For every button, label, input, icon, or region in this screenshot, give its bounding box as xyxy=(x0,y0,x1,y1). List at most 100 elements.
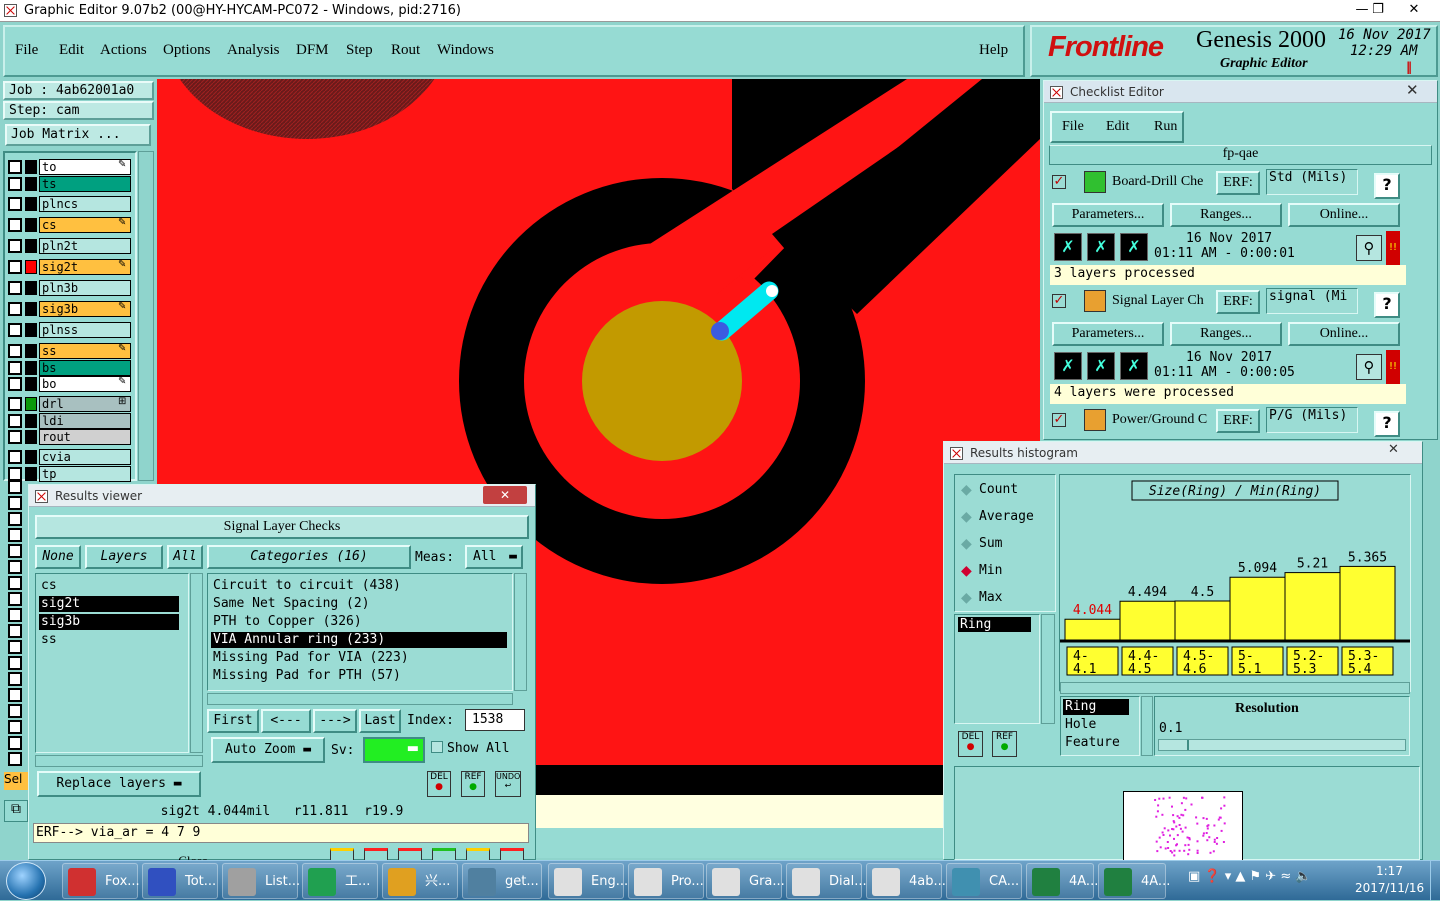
histogram-bar[interactable] xyxy=(1119,600,1176,642)
check-name[interactable]: Power/Ground C xyxy=(1112,412,1215,428)
taskbar-item[interactable]: get... xyxy=(462,863,542,899)
strip-checkbox[interactable] xyxy=(8,560,22,574)
next-button[interactable]: ---> xyxy=(313,709,357,733)
taskbar-item[interactable]: Gra... xyxy=(706,863,785,899)
layer-checkbox[interactable] xyxy=(8,344,22,358)
histogram-bar[interactable] xyxy=(1339,565,1396,642)
categories-scrollbar[interactable] xyxy=(514,573,527,691)
taskbar-item[interactable]: 兴... xyxy=(382,863,458,899)
layer-row-pln2t[interactable]: pln2t xyxy=(8,238,131,255)
taskbar-item[interactable]: CA... xyxy=(946,863,1022,899)
category-item[interactable]: Missing Pad for VIA (223) xyxy=(211,650,507,666)
category-item[interactable]: Same Net Spacing (2) xyxy=(211,596,507,612)
check-name[interactable]: Signal Layer Ch xyxy=(1112,293,1215,309)
result-layer-item[interactable]: ss xyxy=(39,632,179,648)
menu-dfm[interactable]: DFM xyxy=(296,42,329,59)
histogram-option-max[interactable]: ◆ Max xyxy=(959,589,1053,609)
strip-checkbox[interactable] xyxy=(8,752,22,766)
histogram-mode-item[interactable]: Hole xyxy=(1063,717,1129,733)
histogram-mode-item[interactable]: Ring xyxy=(1063,699,1129,715)
strip-checkbox[interactable] xyxy=(8,688,22,702)
maximize-button[interactable]: ❐ xyxy=(1362,0,1394,20)
online-button[interactable]: Online... xyxy=(1288,322,1400,346)
layer-checkbox[interactable] xyxy=(8,414,22,428)
layer-row-drl[interactable]: drl ⊞ xyxy=(8,396,131,413)
results-viewer-close-button[interactable]: ✕ xyxy=(483,486,527,504)
checklist-menu-edit[interactable]: Edit xyxy=(1106,119,1129,135)
layer-row-bs[interactable]: bs xyxy=(8,360,131,377)
strip-checkbox[interactable] xyxy=(8,672,22,686)
checklist-menu-run[interactable]: Run xyxy=(1154,119,1177,135)
results-ref-button[interactable]: REF ● xyxy=(461,771,485,797)
strip-checkbox[interactable] xyxy=(8,736,22,750)
taskbar-item[interactable]: 4A... xyxy=(1098,863,1170,899)
histogram-option-count[interactable]: ◆ Count xyxy=(959,481,1053,501)
result-layer-item[interactable]: sig3b xyxy=(39,614,179,630)
menu-rout[interactable]: Rout xyxy=(391,42,420,59)
ranges-button[interactable]: Ranges... xyxy=(1170,322,1282,346)
strip-checkbox[interactable] xyxy=(8,640,22,654)
check-help-button[interactable]: ? xyxy=(1374,173,1400,199)
check-enable-checkbox[interactable]: ✓ xyxy=(1052,294,1066,308)
layer-checkbox[interactable] xyxy=(8,218,22,232)
layer-checkbox[interactable] xyxy=(8,260,22,274)
run-action-icon[interactable]: ✗ xyxy=(1120,352,1148,380)
parameters-button[interactable]: Parameters... xyxy=(1052,203,1164,227)
ranges-button[interactable]: Ranges... xyxy=(1170,203,1282,227)
index-input[interactable]: 1538 xyxy=(465,709,525,731)
layer-row-pln3b[interactable]: pln3b xyxy=(8,280,131,297)
menu-analysis[interactable]: Analysis xyxy=(227,42,280,59)
layer-row-sig3b[interactable]: sig3b ✎ xyxy=(8,301,131,318)
layer-checkbox[interactable] xyxy=(8,281,22,295)
taskbar-item[interactable]: Eng... xyxy=(548,863,628,899)
strip-checkbox[interactable] xyxy=(8,480,22,494)
taskbar-item[interactable]: 4ab... xyxy=(866,863,946,899)
taskbar-item[interactable]: List... xyxy=(222,863,300,899)
histogram-mode-item[interactable]: Feature xyxy=(1063,735,1129,751)
replace-layers-dropdown[interactable]: Replace layers ▬ xyxy=(37,771,201,797)
taskbar-item[interactable]: Dial... xyxy=(786,863,867,899)
start-button[interactable] xyxy=(6,862,46,900)
check-enable-checkbox[interactable]: ✓ xyxy=(1052,413,1066,427)
layer-results-hscroll[interactable] xyxy=(35,755,203,767)
strip-checkbox[interactable] xyxy=(8,592,22,606)
layer-checkbox[interactable] xyxy=(8,450,22,464)
erf-button[interactable]: ERF: xyxy=(1216,171,1260,195)
auto-zoom-dropdown[interactable]: Auto Zoom ▬ xyxy=(211,737,325,763)
category-item[interactable]: VIA Annular ring (233) xyxy=(211,632,507,648)
categories-hscroll[interactable] xyxy=(207,693,513,705)
meas-dropdown[interactable]: All ▬ xyxy=(465,545,523,569)
job-matrix-button[interactable]: Job Matrix ... xyxy=(5,124,151,146)
histogram-mode-scrollbar[interactable] xyxy=(1141,696,1153,756)
check-enable-checkbox[interactable]: ✓ xyxy=(1052,175,1066,189)
check-help-button[interactable]: ? xyxy=(1374,292,1400,318)
zoom-results-icon[interactable]: ⚲ xyxy=(1356,235,1382,261)
erf-button[interactable]: ERF: xyxy=(1216,409,1260,433)
clock-time[interactable]: 1:17 xyxy=(1376,864,1403,878)
toolbar-icon[interactable] xyxy=(398,848,422,860)
histogram-option-average[interactable]: ◆ Average xyxy=(959,508,1053,528)
resolution-slider[interactable] xyxy=(1158,739,1406,751)
prev-button[interactable]: <--- xyxy=(261,709,311,733)
histogram-bar[interactable] xyxy=(1284,572,1341,642)
layer-checkbox[interactable] xyxy=(8,361,22,375)
strip-checkbox[interactable] xyxy=(8,656,22,670)
strip-checkbox[interactable] xyxy=(8,608,22,622)
layer-row-ss[interactable]: ss ✎ xyxy=(8,343,131,360)
result-layer-item[interactable]: sig2t xyxy=(39,596,179,612)
layer-checkbox[interactable] xyxy=(8,160,22,174)
layer-row-ldi[interactable]: ldi xyxy=(8,413,131,430)
toolbar-icon[interactable] xyxy=(500,848,524,860)
layer-checkbox[interactable] xyxy=(8,377,22,391)
run-action-icon[interactable]: ✗ xyxy=(1087,352,1115,380)
category-item[interactable]: Missing Pad for PTH (57) xyxy=(211,668,507,684)
menu-actions[interactable]: Actions xyxy=(100,42,147,59)
menu-options[interactable]: Options xyxy=(163,42,211,59)
layer-row-cs[interactable]: cs ✎ xyxy=(8,217,131,234)
menu-windows[interactable]: Windows xyxy=(437,42,494,59)
histogram-bar[interactable] xyxy=(1064,618,1121,642)
histogram-list-scrollbar[interactable] xyxy=(1041,614,1055,724)
layer-results-scrollbar[interactable] xyxy=(190,573,203,753)
categories-button[interactable]: Categories (16) xyxy=(207,545,411,569)
run-action-icon[interactable]: ✗ xyxy=(1054,233,1082,261)
